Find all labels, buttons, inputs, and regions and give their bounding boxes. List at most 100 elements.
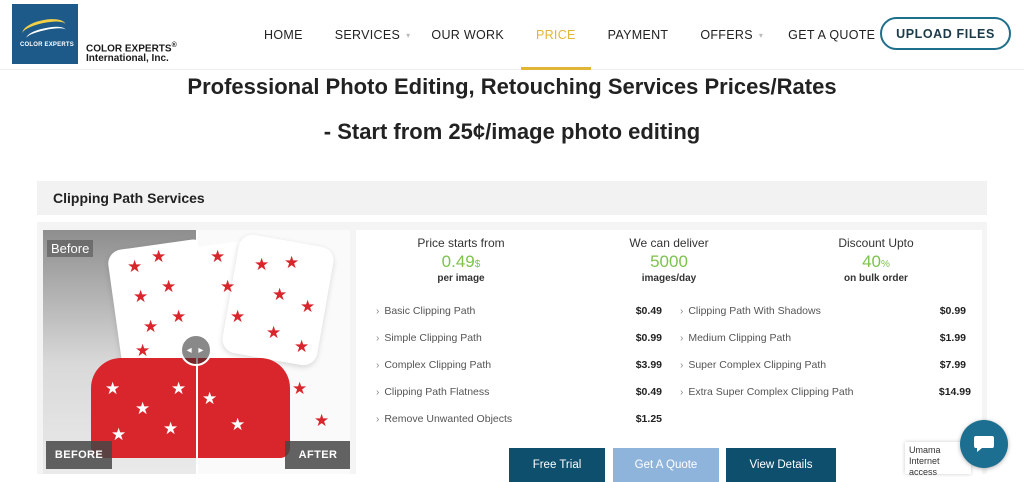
chevron-right-icon: › [680,359,684,371]
star-icon: ★ [111,425,127,444]
service-price: $1.99 [939,332,966,344]
stat-sub: images/day [641,273,697,284]
stat-heading: We can deliver [629,236,709,250]
main-nav: HOME SERVICES ▾ OUR WORK PRICE PAYMENT OF… [250,0,875,70]
view-details-button[interactable]: View Details [726,448,836,482]
chat-line1: Umama [909,445,941,455]
star-icon: ★ [151,247,167,266]
star-icon: ★ [314,411,330,430]
nav-services[interactable]: SERVICES ▾ [335,0,411,70]
stat-value-number: 40 [862,252,881,271]
service-extra-super-complex-clipping-path[interactable]: › Extra Super Complex Clipping Path [680,383,854,401]
slider-handle[interactable]: ◂ ▸ [180,334,212,366]
star-icon: ★ [284,253,300,272]
service-price: $1.25 [635,413,662,425]
nav-home[interactable]: HOME [264,0,303,70]
star-icon: ★ [127,257,143,276]
stat-value-number: 5000 [650,252,688,271]
chevron-right-icon: › [376,413,380,425]
service-remove-unwanted-objects[interactable]: › Remove Unwanted Objects [376,410,512,428]
before-after-slider[interactable]: ★ ★ ★ ★ ★ ★ ★ ★ ★ ★ ★ ★ ★ ★ ★ ★ ★ ★ ★ ★ … [43,230,350,474]
upload-files-button[interactable]: UPLOAD FILES [880,17,1011,50]
star-icon: ★ [220,277,236,296]
service-price: $0.49 [635,305,662,317]
brand-name[interactable]: COLOR EXPERTS® International, Inc. [86,41,177,64]
service-name: Clipping Path With Shadows [688,305,821,317]
star-icon: ★ [230,307,246,326]
nav-get-a-quote-label: GET A QUOTE [788,28,876,42]
service-complex-clipping-path[interactable]: › Complex Clipping Path [376,356,491,374]
after-label: AFTER [285,441,350,469]
star-icon: ★ [266,323,282,342]
after-image: ★ ★ ★ ★ ★ ★ ★ ★ ★ ★ ★ ★ ★ [196,230,350,474]
star-icon: ★ [294,337,310,356]
service-medium-clipping-path[interactable]: › Medium Clipping Path [680,329,791,347]
logo[interactable]: COLOR EXPERTS [12,4,78,64]
service-basic-clipping-path[interactable]: › Basic Clipping Path [376,302,475,320]
nav-price[interactable]: PRICE [521,0,591,70]
service-price: $0.49 [635,386,662,398]
star-icon: ★ [254,255,270,274]
chevron-down-icon: ▾ [406,30,411,40]
nav-our-work[interactable]: OUR WORK [431,0,504,70]
chat-bubble-icon [974,436,994,452]
service-super-complex-clipping-path[interactable]: › Super Complex Clipping Path [680,356,826,374]
get-a-quote-button[interactable]: Get A Quote [613,448,719,482]
before-label: BEFORE [46,441,112,469]
service-clipping-path-flatness[interactable]: › Clipping Path Flatness [376,383,489,401]
star-icon: ★ [202,389,218,408]
nav-home-label: HOME [264,28,303,42]
nav-offers[interactable]: OFFERS ▾ [700,0,763,70]
nav-price-label: PRICE [535,28,576,42]
service-price: $7.99 [939,359,966,371]
stat-deliver: We can deliver 5000 images/day [569,236,769,284]
stat-value: 5000 [569,252,769,272]
pricing-card: ★ ★ ★ ★ ★ ★ ★ ★ ★ ★ ★ ★ ★ ★ ★ ★ ★ ★ ★ ★ … [37,222,987,482]
service-price: $14.99 [938,386,971,398]
service-name: Basic Clipping Path [384,305,476,317]
nav-payment[interactable]: PAYMENT [608,0,669,70]
chat-icon[interactable] [960,420,1008,468]
nav-services-label: SERVICES [334,28,401,42]
page-subtitle: - Start from 25¢/image photo editing [323,119,701,144]
stat-sub: per image [437,273,485,284]
star-icon: ★ [161,277,177,296]
service-clipping-path-with-shadows[interactable]: › Clipping Path With Shadows [680,302,821,320]
brand-name-line2: International, Inc. [86,53,169,65]
stat-heading: Discount Upto [838,236,914,250]
before-image: ★ ★ ★ ★ ★ ★ ★ ★ ★ ★ ★ ★ [43,230,196,474]
star-icon: ★ [135,341,151,360]
nav-payment-label: PAYMENT [607,28,669,42]
logo-inner-text: COLOR EXPERTS [20,42,74,48]
service-simple-clipping-path[interactable]: › Simple Clipping Path [376,329,482,347]
stat-value-unit: % [881,259,890,270]
chevron-right-icon: › [376,332,380,344]
star-icon: ★ [143,317,159,336]
chevron-right-icon: › [680,332,684,344]
chevron-right-icon: › [376,359,380,371]
nav-offers-label: OFFERS [700,28,753,42]
chevron-right-icon: › [376,305,380,317]
stat-value-unit: $ [474,259,481,270]
stat-heading: Price starts from [417,236,505,250]
pricing-panel: Price starts from 0.49$ per image We can… [356,230,982,482]
service-name: Extra Super Complex Clipping Path [688,386,854,398]
section-title: Clipping Path Services [53,190,205,206]
chevron-right-icon: › [376,386,380,398]
nav-get-a-quote[interactable]: GET A QUOTE [788,0,875,70]
service-name: Simple Clipping Path [384,332,482,344]
blanket [196,358,290,458]
page-title: Professional Photo Editing, Retouching S… [187,74,837,99]
service-price: $3.99 [635,359,662,371]
star-icon: ★ [272,285,288,304]
stat-value: 0.49$ [361,252,561,272]
brand-registered-mark: ® [171,42,177,49]
free-trial-button[interactable]: Free Trial [509,448,605,482]
stat-value: 40% [776,252,976,272]
nav-our-work-label: OUR WORK [431,28,504,42]
stat-discount: Discount Upto 40% on bulk order [776,236,976,284]
star-icon: ★ [105,379,121,398]
star-icon: ★ [230,415,246,434]
star-icon: ★ [163,419,179,438]
star-icon: ★ [135,399,151,418]
